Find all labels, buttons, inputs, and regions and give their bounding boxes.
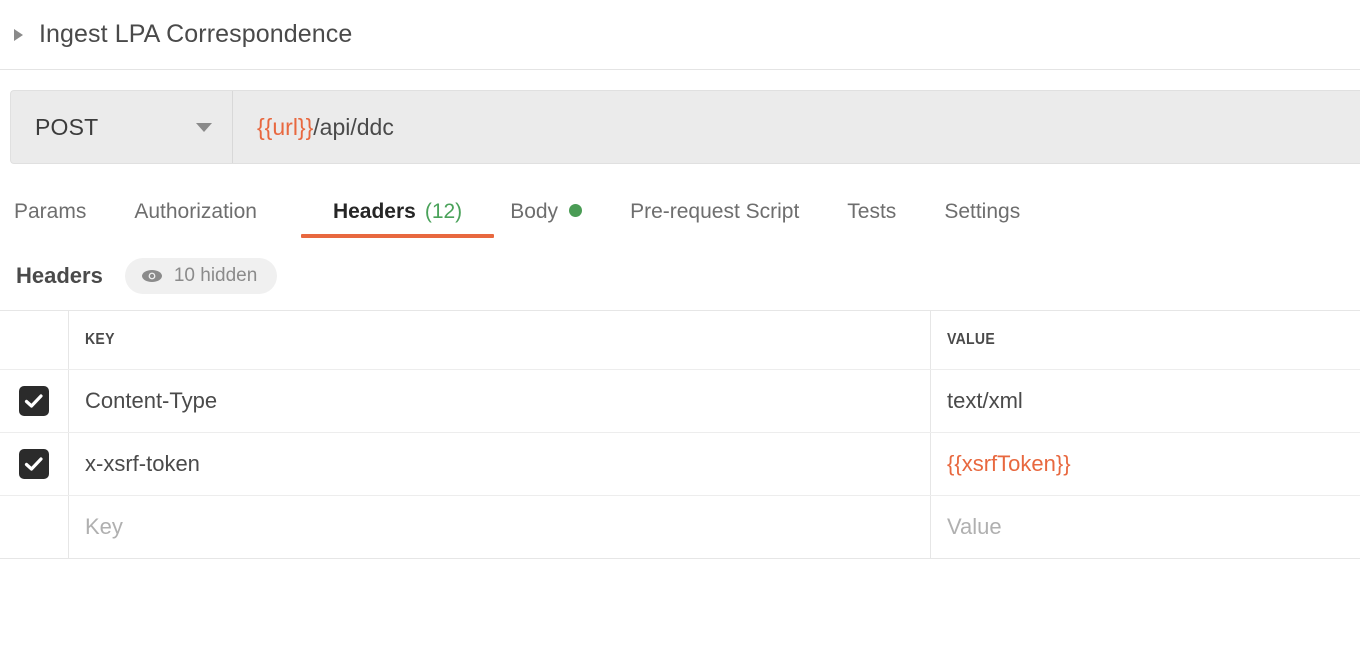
headers-section-label: Headers (16, 263, 103, 288)
tab-params-label: Params (14, 200, 87, 223)
tab-headers[interactable]: Headers (12) (300, 200, 495, 238)
table-header-key-cell: KEY (69, 311, 931, 369)
row-key-text: x-xsrf-token (85, 451, 200, 476)
row-value-input[interactable]: text/xml (931, 370, 1360, 432)
tab-headers-count: (12) (424, 200, 463, 223)
row-enabled-checkbox[interactable] (19, 386, 49, 416)
column-header-value: VALUE (947, 331, 996, 348)
tab-settings[interactable]: Settings (944, 200, 1020, 238)
row-checkbox-cell (0, 433, 69, 495)
tab-params[interactable]: Params (14, 200, 86, 238)
table-header-checkbox-cell (0, 311, 69, 369)
table-row: x-xsrf-token {{xsrfToken}} (0, 433, 1360, 496)
row-value-text: text/xml (947, 388, 1023, 413)
row-value-text: {{xsrfToken}} (947, 451, 1071, 476)
body-indicator-dot-icon (569, 204, 583, 217)
table-row: Key Value (0, 496, 1360, 558)
hidden-headers-toggle[interactable]: 10 hidden (124, 258, 278, 294)
triangle-right-icon[interactable] (14, 28, 23, 41)
url-bar: POST {{url}}/api/ddc (10, 90, 1360, 164)
http-method-selector[interactable]: POST (11, 91, 233, 163)
tab-tests[interactable]: Tests (847, 200, 896, 238)
row-checkbox-cell (0, 496, 69, 558)
new-row-value-placeholder: Value (947, 514, 1002, 539)
new-row-value-input[interactable]: Value (931, 496, 1360, 558)
column-header-key: KEY (85, 331, 115, 348)
row-enabled-checkbox[interactable] (19, 449, 49, 479)
eye-icon (141, 269, 163, 283)
table-header-row: KEY VALUE (0, 311, 1360, 370)
url-input[interactable]: {{url}}/api/ddc (233, 91, 1360, 163)
row-checkbox-cell (0, 370, 69, 432)
tab-authorization[interactable]: Authorization (134, 200, 257, 238)
headers-section-bar: Headers 10 hidden (0, 254, 1360, 298)
tab-settings-label: Settings (944, 200, 1021, 223)
tab-body[interactable]: Body (510, 200, 583, 238)
tab-tests-label: Tests (847, 200, 897, 223)
chevron-down-icon (196, 122, 212, 132)
table-header-value-cell: VALUE (931, 311, 1360, 369)
tab-pre-request-script-label: Pre-request Script (630, 200, 800, 223)
tab-body-label: Body (510, 200, 559, 223)
http-method-label: POST (35, 113, 99, 140)
url-variable-token: {{url}} (257, 113, 314, 140)
row-key-input[interactable]: x-xsrf-token (69, 433, 931, 495)
hidden-headers-count-label: 10 hidden (173, 265, 258, 286)
row-key-input[interactable]: Content-Type (69, 370, 931, 432)
tab-pre-request-script[interactable]: Pre-request Script (630, 200, 799, 238)
headers-table: KEY VALUE Content-Type text/xml x-xsrf-t… (0, 310, 1360, 559)
tab-headers-label: Headers (332, 200, 416, 223)
url-path-text: /api/ddc (313, 113, 394, 140)
row-value-input[interactable]: {{xsrfToken}} (931, 433, 1360, 495)
request-title-bar: Ingest LPA Correspondence (0, 0, 1360, 70)
new-row-key-input[interactable]: Key (69, 496, 931, 558)
row-key-text: Content-Type (85, 388, 218, 413)
request-tabs: Params Authorization Headers (12) Body P… (0, 186, 1360, 238)
table-row: Content-Type text/xml (0, 370, 1360, 433)
tab-authorization-label: Authorization (134, 200, 257, 223)
new-row-key-placeholder: Key (85, 514, 123, 539)
url-bar-container: POST {{url}}/api/ddc (0, 70, 1360, 164)
page-title: Ingest LPA Correspondence (39, 20, 353, 48)
